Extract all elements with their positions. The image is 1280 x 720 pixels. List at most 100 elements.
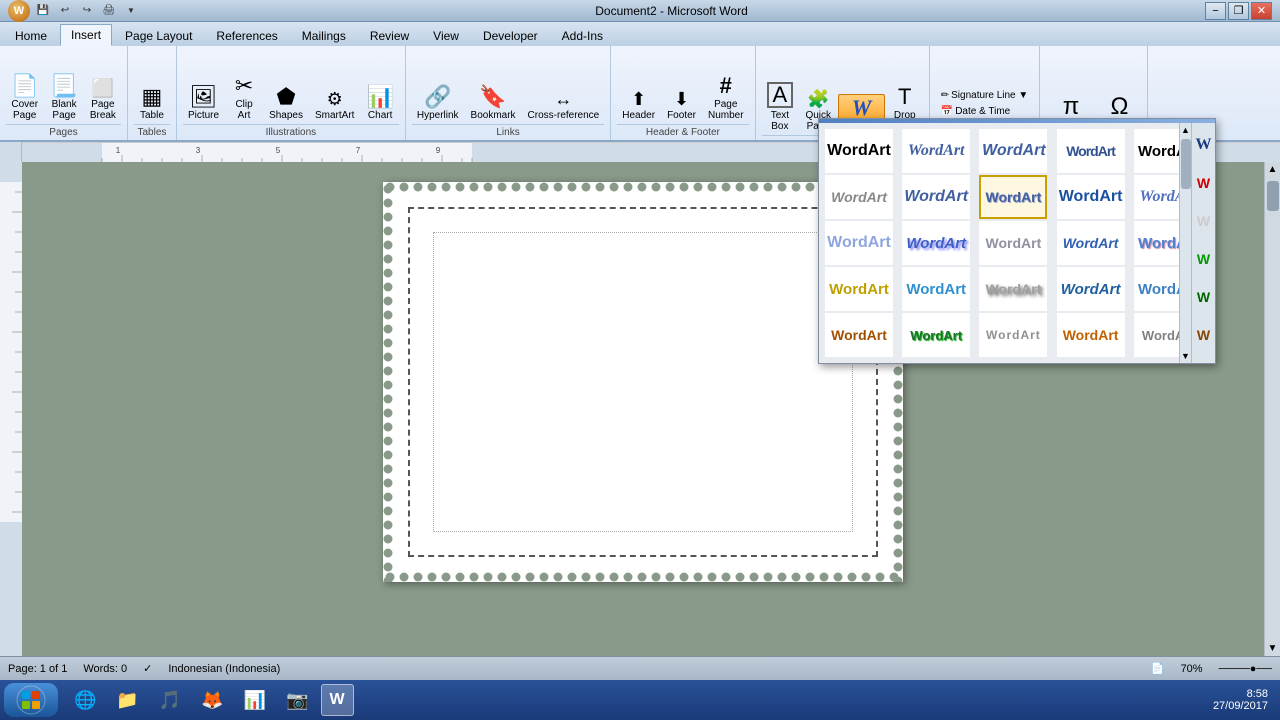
popup-scroll-thumb[interactable] [1181,139,1191,189]
language-info[interactable]: Indonesian (Indonesia) [168,663,280,675]
blank-page-button[interactable]: 📃 BlankPage [45,72,82,124]
undo-icon[interactable]: ↩ [56,2,74,20]
wordart-style-19[interactable]: WordArt [1057,267,1125,311]
restore-button[interactable]: ❐ [1228,2,1249,20]
tables-group-label: Tables [134,124,170,138]
tab-references[interactable]: References [205,25,288,46]
office-orb[interactable]: W [8,0,30,22]
wordart-style-18[interactable]: WordArt [979,267,1047,311]
qa-dropdown[interactable]: ▼ [122,2,140,20]
wordart-style-3[interactable]: WordArt [979,129,1047,173]
taskbar-ie[interactable]: 🌐 [66,684,104,716]
spell-check-icon[interactable]: ✓ [143,662,152,675]
page-number-label: PageNumber [708,99,744,121]
wordart-icon: W [852,97,872,119]
table-label: Table [140,110,164,121]
wordart-style-1[interactable]: WordArt [825,129,893,173]
wordart-style-24[interactable]: WordArt [1057,313,1125,357]
wordart-style-13[interactable]: WordArt [979,221,1047,265]
date-time-label: Date & Time [955,106,1010,117]
wordart-style-9[interactable]: WordArt [1057,175,1125,219]
sidebar-icon-5[interactable]: W [1194,279,1214,315]
shapes-button[interactable]: ⬟ Shapes [264,83,308,124]
illustrations-group-label: Illustrations [183,124,399,138]
tab-home[interactable]: Home [4,25,58,46]
wordart-style-12[interactable]: WordArt [902,221,970,265]
table-button[interactable]: ▦ Table [134,83,170,124]
close-button[interactable]: ✕ [1251,2,1272,20]
tab-review[interactable]: Review [359,25,420,46]
drop-cap-icon: T [898,86,911,108]
picture-icon: 🖼 [190,86,218,108]
tab-page-layout[interactable]: Page Layout [114,25,203,46]
wordart-style-21[interactable]: WordArt [825,313,893,357]
view-icon[interactable]: 📄 [1151,662,1165,675]
minimize-button[interactable]: − [1205,2,1226,20]
wordart-style-11[interactable]: WordArt [825,221,893,265]
page-break-button[interactable]: ⬜ PageBreak [85,76,121,124]
calendar-icon: 📅 [941,106,953,117]
svg-text:5: 5 [276,146,281,155]
sidebar-icon-1[interactable]: W [1194,127,1214,163]
taskbar-media[interactable]: 🎵 [151,684,189,716]
sidebar-icon-4[interactable]: W [1194,241,1214,277]
tab-view[interactable]: View [422,25,470,46]
scroll-up-button[interactable]: ▲ [1266,162,1280,177]
smartart-label: SmartArt [315,110,354,121]
ribbon-group-tables: ▦ Table Tables [128,46,177,140]
header-icon: ⬆ [631,90,646,108]
wordart-style-7[interactable]: WordArt [902,175,970,219]
text-box-button[interactable]: A TextBox [762,79,799,135]
cross-reference-button[interactable]: ↔ Cross-reference [523,87,605,124]
clip-art-button[interactable]: ✂ ClipArt [226,72,262,124]
wordart-style-22[interactable]: WordArt [902,313,970,357]
bookmark-button[interactable]: 🔖 Bookmark [466,83,521,124]
start-button[interactable] [4,683,58,717]
redo-icon[interactable]: ↪ [78,2,96,20]
scroll-down-button[interactable]: ▼ [1266,641,1280,656]
wordart-style-23[interactable]: WordArt [979,313,1047,357]
taskbar-explorer[interactable]: 📁 [108,684,146,716]
sidebar-icon-6[interactable]: W [1194,317,1214,353]
blank-page-label: BlankPage [52,99,77,121]
page-break-icon: ⬜ [92,79,114,97]
footer-button[interactable]: ⬇ Footer [662,87,701,124]
scroll-thumb[interactable] [1267,181,1279,211]
taskbar-excel[interactable]: 📊 [236,684,274,716]
quick-save-icon[interactable]: 💾 [34,2,52,20]
page-number-button[interactable]: # PageNumber [703,72,749,124]
smartart-button[interactable]: ⚙ SmartArt [310,87,359,124]
quick-print-icon[interactable]: 🖨 [100,2,118,20]
chart-label: Chart [368,110,392,121]
picture-button[interactable]: 🖼 Picture [183,83,224,124]
hyperlink-button[interactable]: 🔗 Hyperlink [412,83,464,124]
tab-addins[interactable]: Add-Ins [551,25,614,46]
text-box-label: TextBox [771,110,789,132]
clock-time: 8:58 [1213,688,1268,700]
cover-page-label: CoverPage [11,99,38,121]
zoom-slider[interactable]: ────●── [1219,663,1272,675]
wordart-style-2[interactable]: WordArt [902,129,970,173]
right-scrollbar[interactable]: ▲ ▼ [1264,162,1280,656]
popup-scrollbar[interactable]: ▲ ▼ [1179,123,1191,363]
taskbar-photo[interactable]: 📷 [278,684,316,716]
sidebar-icon-2[interactable]: W [1194,165,1214,201]
date-time-button[interactable]: 📅 Date & Time [936,104,1034,119]
wordart-style-6[interactable]: WordArt [825,175,893,219]
tab-developer[interactable]: Developer [472,25,549,46]
taskbar-firefox[interactable]: 🦊 [193,684,231,716]
sidebar-icon-3[interactable]: W [1194,203,1214,239]
tab-mailings[interactable]: Mailings [291,25,357,46]
wordart-style-17[interactable]: WordArt [902,267,970,311]
wordart-style-4[interactable]: WordArt [1057,129,1125,173]
signature-line-button[interactable]: ✏ Signature Line ▼ [936,88,1034,103]
taskbar-word-active[interactable]: W [321,684,354,716]
tab-insert[interactable]: Insert [60,24,112,46]
wordart-style-14[interactable]: WordArt [1057,221,1125,265]
wordart-style-8[interactable]: WordArt [979,175,1047,219]
chart-button[interactable]: 📊 Chart [361,83,398,124]
wordart-popup: WordArt WordArt WordArt WordArt WordArt … [818,118,1216,364]
header-button[interactable]: ⬆ Header [617,87,660,124]
wordart-style-16[interactable]: WordArt [825,267,893,311]
cover-page-button[interactable]: 📄 CoverPage [6,72,43,124]
